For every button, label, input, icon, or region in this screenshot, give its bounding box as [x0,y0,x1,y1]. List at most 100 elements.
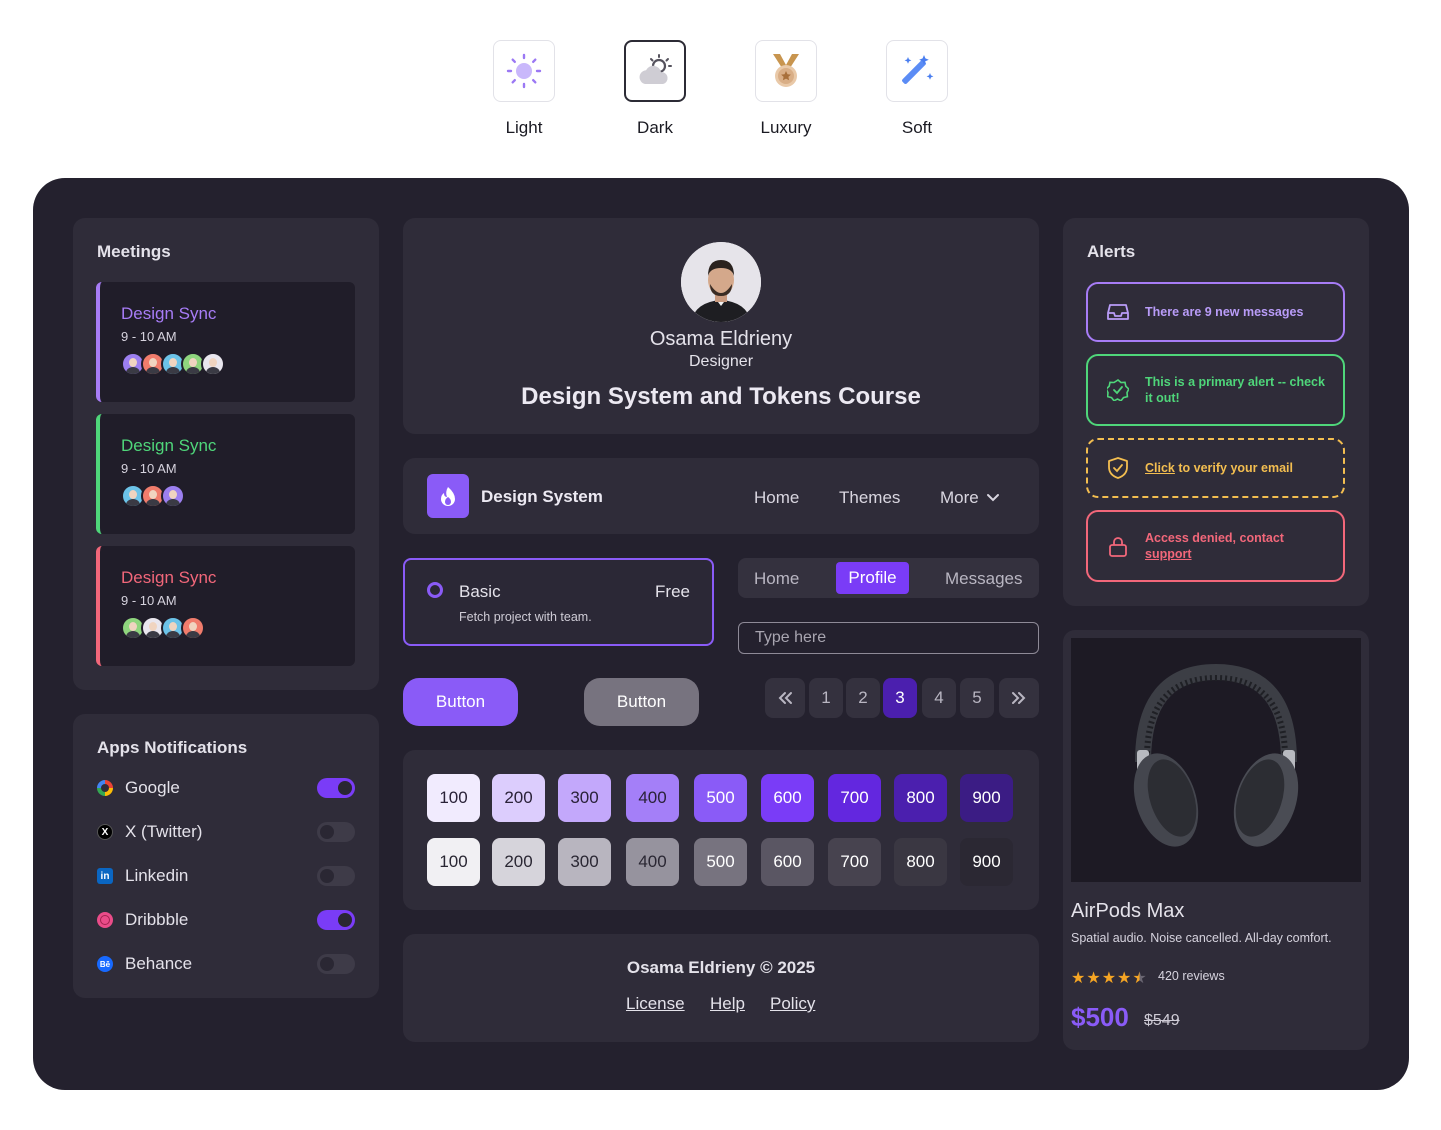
color-swatch-primary-900[interactable]: 900 [960,774,1013,822]
color-swatch-neutral-100[interactable]: 100 [427,838,480,886]
theme-option-soft[interactable]: Soft [885,40,949,138]
meeting-time: 9 - 10 AM [121,461,177,476]
google-icon [97,780,113,796]
color-swatch-neutral-500[interactable]: 500 [694,838,747,886]
tab-label: Profile [848,568,897,587]
toggle-switch[interactable] [317,910,355,930]
footer-link-policy[interactable]: Policy [770,994,815,1014]
color-swatch-primary-300[interactable]: 300 [558,774,611,822]
course-title: Design System and Tokens Course [521,383,921,410]
sun-icon [506,53,542,89]
brand-logo[interactable] [427,474,469,518]
attendee-avatars [121,484,355,508]
toggle-switch[interactable] [317,778,355,798]
pagination-page[interactable]: 1 [809,678,843,718]
footer-link-license[interactable]: License [626,994,685,1014]
cloud-moon-icon [639,54,672,84]
pagination-last[interactable] [999,678,1039,718]
theme-label: Light [505,118,543,137]
meeting-title: Design Sync [121,304,217,323]
product-card: AirPods Max Spatial audio. Noise cancell… [1063,630,1369,1050]
star-rating: ★ ★ ★ ★ ★ [1071,968,1147,988]
tab-profile[interactable]: Profile [836,562,909,594]
behance-icon: Bē [97,956,113,972]
meeting-time: 9 - 10 AM [121,593,177,608]
nav-link-themes[interactable]: Themes [839,488,900,508]
support-link[interactable]: support [1145,547,1192,561]
tab-home[interactable]: Home [754,569,799,589]
footer-link-help[interactable]: Help [710,994,745,1014]
text-input[interactable] [738,622,1039,654]
pagination-page-current[interactable]: 3 [883,678,917,718]
pagination-page[interactable]: 5 [960,678,994,718]
color-swatches-card: 100 200 300 400 500 600 700 800 900 100 200 300 400 5… [403,750,1039,910]
primary-button[interactable]: Button [403,678,518,726]
pagination-page[interactable]: 4 [922,678,956,718]
color-swatch-primary-800[interactable]: 800 [894,774,947,822]
alert-warning[interactable]: Click to verify your email [1086,438,1345,498]
meetings-title: Meetings [97,242,171,261]
copyright: Osama Eldrieny © 2025 [626,958,816,977]
product-image [1071,638,1361,882]
theme-option-dark[interactable]: Dark [623,40,687,138]
theme-option-light[interactable]: Light [492,40,556,138]
color-swatch-neutral-600[interactable]: 600 [761,838,814,886]
avatar [161,484,185,508]
plan-description: Fetch project with team. [459,610,592,624]
color-swatch-neutral-700[interactable]: 700 [828,838,881,886]
product-name: AirPods Max [1071,900,1185,922]
dashboard-panel: Meetings Design Sync 9 - 10 AM Design Sy… [33,178,1409,1090]
color-swatch-primary-400[interactable]: 400 [626,774,679,822]
meeting-title: Design Sync [121,568,217,587]
color-swatch-primary-500[interactable]: 500 [694,774,747,822]
toggle-switch[interactable] [317,822,355,842]
color-swatch-primary-200[interactable]: 200 [492,774,545,822]
apps-notifications-card: Apps Notifications Google X X (Twitter) … [73,714,379,998]
pagination-first[interactable] [765,678,805,718]
color-swatch-neutral-400[interactable]: 400 [626,838,679,886]
notification-row-linkedin: in Linkedin [97,864,355,888]
color-swatch-neutral-800[interactable]: 800 [894,838,947,886]
plan-option-basic[interactable]: Basic Free Fetch project with team. [403,558,714,646]
star-icon: ★ [1117,970,1132,987]
verify-link[interactable]: Click [1145,461,1175,475]
alert-danger[interactable]: Access denied, contact support [1086,510,1345,582]
nav-link-more[interactable]: More [940,488,979,508]
meeting-time: 9 - 10 AM [121,329,177,344]
attendee-avatars [121,352,355,376]
color-swatch-primary-100[interactable]: 100 [427,774,480,822]
color-swatch-primary-700[interactable]: 700 [828,774,881,822]
pagination-page[interactable]: 2 [846,678,880,718]
avatar [201,352,225,376]
shield-check-icon [1108,457,1128,479]
alert-text: There are 9 new messages [1145,305,1304,319]
meeting-item[interactable]: Design Sync 9 - 10 AM [96,546,355,666]
profile-name: Osama Eldrieny [649,328,793,350]
toggle-switch[interactable] [317,866,355,886]
alert-text: Access denied, contact [1145,531,1284,545]
notification-row-dribbble: Dribbble [97,908,355,932]
secondary-button[interactable]: Button [584,678,699,726]
color-swatch-neutral-900[interactable]: 900 [960,838,1013,886]
color-swatch-primary-600[interactable]: 600 [761,774,814,822]
app-name: Behance [125,954,193,973]
theme-option-luxury[interactable]: Luxury [754,40,818,138]
alert-text: to verify your email [1174,461,1293,475]
profile-role: Designer [688,353,754,370]
alert-info[interactable]: There are 9 new messages [1086,282,1345,342]
meeting-item[interactable]: Design Sync 9 - 10 AM [96,414,355,534]
color-swatch-neutral-200[interactable]: 200 [492,838,545,886]
attendee-avatars [121,616,355,640]
color-swatch-neutral-300[interactable]: 300 [558,838,611,886]
alert-success[interactable]: This is a primary alert -- check it out! [1086,354,1345,426]
app-name: Google [125,778,180,797]
notification-row-twitter: X X (Twitter) [97,820,355,844]
theme-label: Soft [901,118,933,137]
toggle-switch[interactable] [317,954,355,974]
lock-icon [1109,537,1127,557]
check-badge-icon [1107,379,1129,401]
tab-messages[interactable]: Messages [945,569,1022,589]
review-count: 420 reviews [1158,969,1225,983]
meeting-item[interactable]: Design Sync 9 - 10 AM [96,282,355,402]
nav-link-home[interactable]: Home [754,488,799,508]
